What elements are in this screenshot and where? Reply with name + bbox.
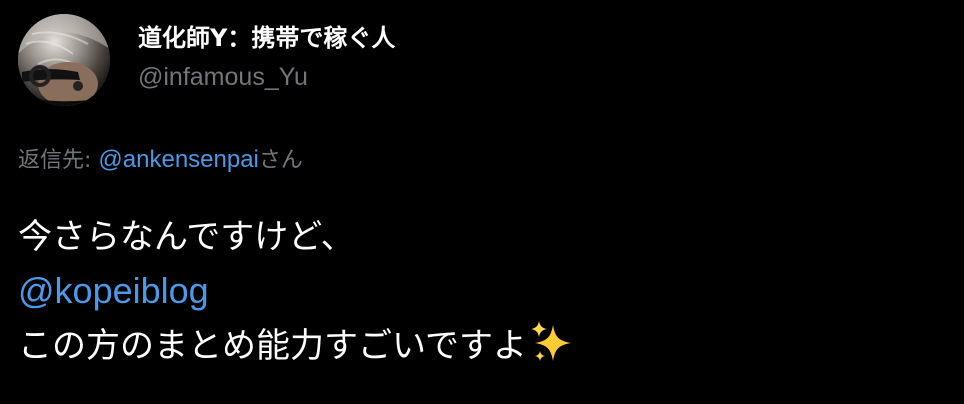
reply-prefix: 返信先: [18,148,99,173]
avatar[interactable] [18,14,110,106]
reply-to-line: 返信先: @ankensenpaiさん [18,145,303,176]
display-name[interactable]: 道化師Y：携帯で稼ぐ人 [138,22,395,54]
body-line-3: この方のまとめ能力すごいですよ [18,326,527,366]
reply-suffix: さん [258,148,303,173]
body-mention-link[interactable]: @kopeiblog [18,270,209,311]
reply-mention-link[interactable]: @ankensenpai [98,146,258,173]
tweet: 道化師Y：携帯で稼ぐ人 @infamous_Yu 返信先: @ankensenp… [0,0,964,404]
avatar-photo-icon [18,14,110,106]
tweet-body: 今さらなんですけど、 @kopeiblog この方のまとめ能力すごいですよ [18,210,575,373]
handle[interactable]: @infamous_Yu [138,60,395,94]
sparkles-icon [530,321,571,361]
user-block: 道化師Y：携帯で稼ぐ人 @infamous_Yu [138,22,395,94]
body-line-1: 今さらなんですけど、 [18,217,355,257]
